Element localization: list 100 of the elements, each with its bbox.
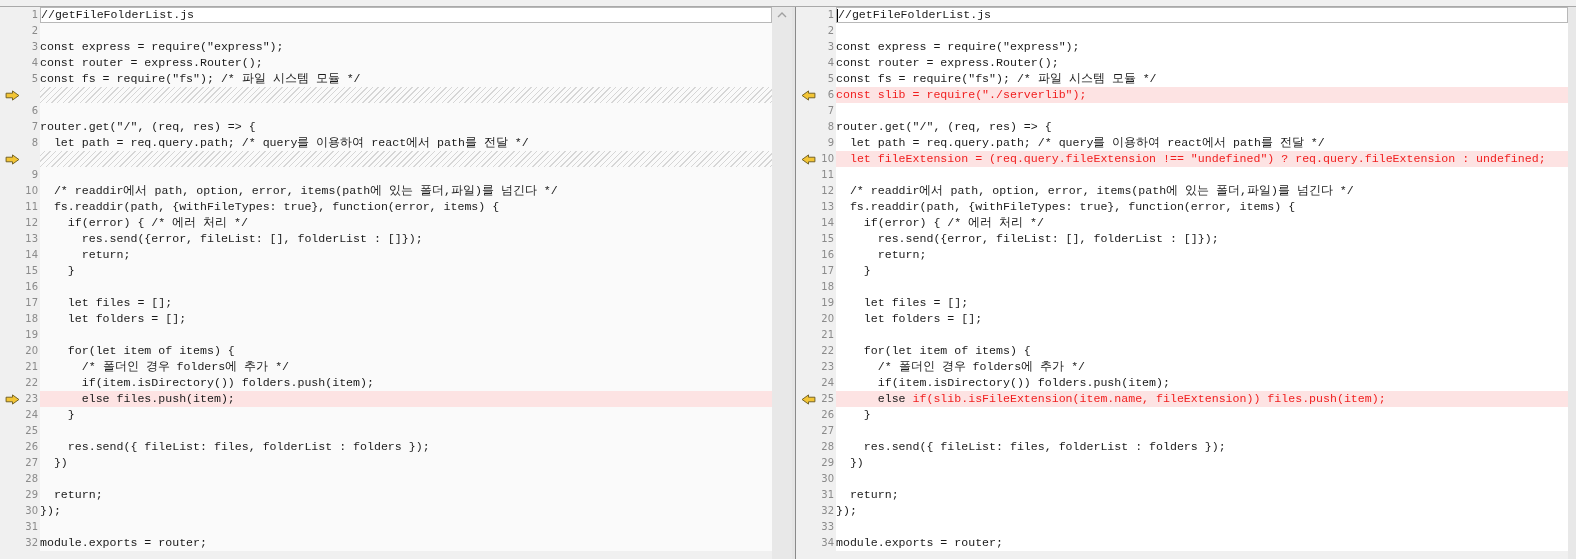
line-number: 15 [821, 232, 834, 246]
line-number: 17 [821, 264, 834, 278]
line-number: 31 [821, 488, 834, 502]
text-cursor [837, 8, 838, 22]
code-line: router.get("/", (req, res) => { [40, 119, 256, 135]
code-line: module.exports = router; [40, 535, 207, 551]
line-number: 13 [25, 232, 38, 246]
line-number: 2 [827, 24, 834, 38]
line-number: 19 [821, 296, 834, 310]
line-number: 7 [31, 120, 38, 134]
code-line: fs.readdir(path, {withFileTypes: true}, function(error, items) { [52, 199, 500, 215]
line-number: 7 [827, 104, 834, 118]
line-number: 23 [821, 360, 834, 374]
code-line: }) [848, 455, 864, 471]
line-number: 26 [821, 408, 834, 422]
line-number: 1 [31, 8, 38, 22]
line-number: 4 [827, 56, 834, 70]
line-number: 14 [821, 216, 834, 230]
line-number: 28 [821, 440, 834, 454]
code-line: //getFileFolderList.js [41, 7, 195, 23]
code-line: /* readdir에서 path, option, error, items(path에 있는 폴더,파일)를 넘긴다 */ [52, 183, 558, 199]
code-line: res.send({error, fileList: [], folderList : []}); [80, 231, 423, 247]
line-number: 27 [25, 456, 38, 470]
line-number: 10 [821, 152, 834, 166]
line-number: 32 [25, 536, 38, 550]
line-number: 11 [821, 168, 834, 182]
line-number: 24 [25, 408, 38, 422]
code-line: const slib = require("./serverlib"); [836, 87, 1087, 103]
line-number: 12 [821, 184, 834, 198]
code-line: let path = req.query.path; /* query를 이용하여 react에서 path를 전달 */ [52, 135, 529, 151]
code-line: else if(slib.isFileExtension(item.name, fileExtension)) files.push(item); [876, 391, 1386, 407]
line-number: 20 [25, 344, 38, 358]
code-line: const router = express.Router(); [836, 55, 1059, 71]
code-line: const router = express.Router(); [40, 55, 263, 71]
line-number: 5 [827, 72, 834, 86]
code-line: return; [876, 247, 927, 263]
code-line: if(error) { /* 에러 처리 */ [862, 215, 1045, 231]
line-number: 8 [827, 120, 834, 134]
code-line: const fs = require("fs"); /* 파일 시스템 모듈 */ [40, 71, 361, 87]
line-number: 12 [25, 216, 38, 230]
line-number: 17 [25, 296, 38, 310]
line-number: 8 [31, 136, 38, 150]
line-number: 18 [25, 312, 38, 326]
line-number: 30 [25, 504, 38, 518]
line-number: 1 [827, 8, 834, 22]
line-number: 22 [821, 344, 834, 358]
code-line: router.get("/", (req, res) => { [836, 119, 1052, 135]
code-line: /* 폴더인 경우 folders에 추가 */ [80, 359, 290, 375]
code-line: return; [80, 247, 131, 263]
code-line: } [862, 407, 871, 423]
line-number: 34 [821, 536, 834, 550]
code-line: if(item.isDirectory()) folders.push(item); [876, 375, 1170, 391]
line-number: 25 [821, 392, 834, 406]
code-line: res.send({ fileList: files, folderList : folders }); [862, 439, 1226, 455]
line-number: 6 [31, 104, 38, 118]
code-line: } [862, 263, 871, 279]
line-number: 11 [25, 200, 38, 214]
code-line: let fileExtension = (req.query.fileExtension !== "undefined") ? req.query.fileExtension : undefined; [848, 151, 1546, 167]
code-line: const express = require("express"); [40, 39, 284, 55]
line-number: 33 [821, 520, 834, 534]
left-arrow-icon [801, 394, 816, 405]
line-number: 10 [25, 184, 38, 198]
line-number: 21 [821, 328, 834, 342]
code-line: //getFileFolderList.js [838, 7, 992, 23]
line-number: 30 [821, 472, 834, 486]
line-number: 26 [25, 440, 38, 454]
code-line: let folders = []; [66, 311, 187, 327]
line-number: 9 [827, 136, 834, 150]
line-number: 18 [821, 280, 834, 294]
line-number: 15 [25, 264, 38, 278]
line-number: 29 [25, 488, 38, 502]
line-number: 3 [31, 40, 38, 54]
code-line: let files = []; [66, 295, 173, 311]
left-arrow-icon [801, 154, 816, 165]
code-line: /* 폴더인 경우 folders에 추가 */ [876, 359, 1086, 375]
code-line: }) [52, 455, 68, 471]
code-line: let files = []; [862, 295, 969, 311]
line-number: 21 [25, 360, 38, 374]
scroll-up-icon[interactable] [777, 12, 787, 18]
line-number: 2 [31, 24, 38, 38]
line-number: 24 [821, 376, 834, 390]
code-line: let path = req.query.path; /* query를 이용하여 react에서 path를 전달 */ [848, 135, 1325, 151]
right-arrow-icon [5, 394, 20, 405]
line-number: 20 [821, 312, 834, 326]
scrollbar[interactable] [772, 7, 792, 559]
code-line: } [66, 263, 75, 279]
line-number: 22 [25, 376, 38, 390]
code-line: let folders = []; [862, 311, 983, 327]
line-number: 6 [827, 88, 834, 102]
code-line: }); [836, 503, 857, 519]
code-line: fs.readdir(path, {withFileTypes: true}, function(error, items) { [848, 199, 1296, 215]
code-line: return; [52, 487, 103, 503]
line-number: 16 [821, 248, 834, 262]
left-arrow-icon [801, 90, 816, 101]
line-number: 29 [821, 456, 834, 470]
right-arrow-icon [5, 90, 20, 101]
line-number: 9 [31, 168, 38, 182]
code-line: else files.push(item); [80, 391, 235, 407]
right-arrow-icon [5, 154, 20, 165]
scrollbar[interactable] [1568, 7, 1576, 559]
